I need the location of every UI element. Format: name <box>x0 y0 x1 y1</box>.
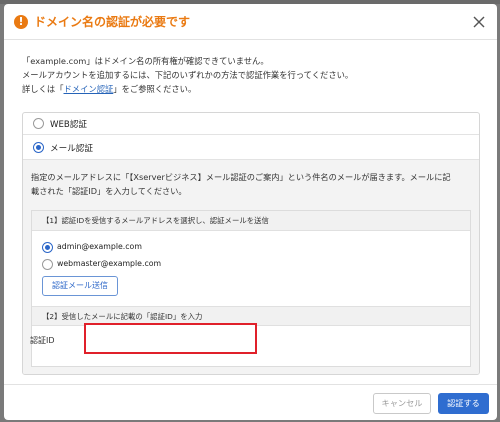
warning-icon: ! <box>14 15 28 29</box>
authenticate-button[interactable]: 認証する <box>438 393 489 414</box>
mail-auth-desc-line-2: 載された「認証ID」を入力してください。 <box>31 186 187 196</box>
mail-auth-steps: 【1】認証IDを受信するメールアドレスを選択し、認証メールを送信 admin@e… <box>30 210 471 367</box>
auth-id-input[interactable] <box>84 323 257 354</box>
cancel-button[interactable]: キャンセル <box>373 393 431 414</box>
mail-auth-section: 指定のメールアドレスに「【Xserverビジネス】メール認証のご案内」という件名… <box>23 159 479 374</box>
mail-auth-radio[interactable] <box>33 142 44 153</box>
address-radio-admin[interactable] <box>42 242 53 253</box>
mail-auth-description: 指定のメールアドレスに「【Xserverビジネス】メール認証のご案内」という件名… <box>31 170 451 198</box>
address-option-admin[interactable]: admin@example.com <box>42 241 342 255</box>
close-icon <box>473 16 485 28</box>
address-label-webmaster: webmaster@example.com <box>57 259 162 268</box>
address-label-admin: admin@example.com <box>57 242 142 251</box>
mail-auth-desc-line-1: 指定のメールアドレスに「【Xserverビジネス】メール認証のご案内」という件名… <box>31 172 451 182</box>
address-radio-webmaster[interactable] <box>42 259 53 270</box>
domain-auth-link[interactable]: ドメイン認証 <box>64 84 114 94</box>
dialog-footer: キャンセル 認証する <box>4 384 497 420</box>
mail-auth-label: メール認証 <box>50 144 93 154</box>
auth-id-label: 認証ID <box>30 336 55 345</box>
intro-text: 「example.com」はドメイン名の所有権が確認できていません。 メールアカ… <box>22 54 353 96</box>
intro-line-2: メールアカウントを追加するには、下記のいずれかの方法で認証作業を行ってください。 <box>22 70 354 80</box>
mail-auth-option[interactable]: メール認証 <box>23 135 479 159</box>
intro-line-3-prefix: 詳しくは「 <box>22 84 64 94</box>
web-auth-option[interactable]: WEB認証 <box>23 113 479 135</box>
web-auth-label: WEB認証 <box>50 120 88 130</box>
intro-line-1: 「example.com」はドメイン名の所有権が確認できていません。 <box>22 56 269 66</box>
send-auth-mail-button[interactable]: 認証メール送信 <box>42 276 118 296</box>
dialog-header: ! ドメイン名の認証が必要です <box>4 4 497 40</box>
web-auth-radio[interactable] <box>33 118 44 129</box>
close-button[interactable] <box>469 12 489 32</box>
intro-line-3-suffix: 」をご参照ください。 <box>113 84 197 94</box>
address-option-webmaster[interactable]: webmaster@example.com <box>42 258 342 272</box>
auth-method-panel: WEB認証 メール認証 指定のメールアドレスに「【Xserverビジネス】メール… <box>22 112 480 375</box>
intro-line-3: 詳しくは「ドメイン認証」をご参照ください。 <box>22 82 353 96</box>
step1-heading: 【1】認証IDを受信するメールアドレスを選択し、認証メールを送信 <box>32 211 470 231</box>
domain-auth-dialog: ! ドメイン名の認証が必要です 「example.com」はドメイン名の所有権が… <box>4 4 497 420</box>
dialog-title: ドメイン名の認証が必要です <box>34 15 191 29</box>
